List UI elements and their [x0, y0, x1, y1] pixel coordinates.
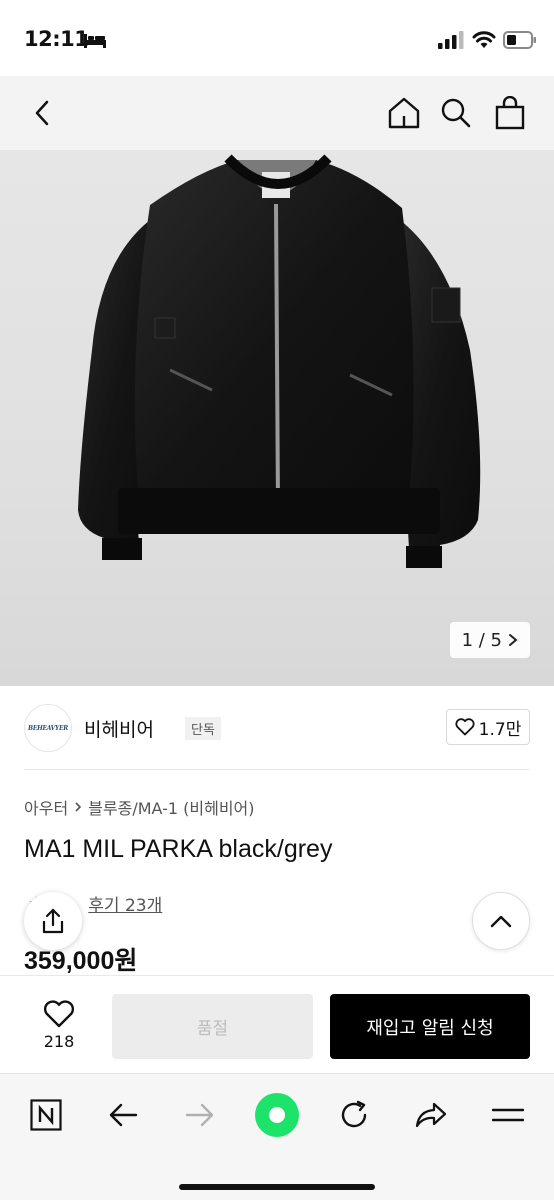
cart-button[interactable]	[488, 76, 532, 150]
breadcrumb-category[interactable]: 아우터	[24, 795, 68, 819]
chevron-up-icon	[490, 915, 512, 928]
brand-row: BEHEAVYER 비헤비어 단독 1.7만	[24, 704, 530, 752]
status-bar: 12:11	[0, 0, 554, 76]
search-icon	[441, 98, 471, 128]
naver-home-button[interactable]	[20, 1092, 72, 1138]
forward-arrow-icon	[185, 1103, 214, 1127]
heart-icon	[455, 718, 475, 736]
purchase-bar: 218 품절 재입고 알림 신청	[0, 975, 554, 1073]
browser-toolbar	[0, 1073, 554, 1200]
search-button[interactable]	[434, 76, 478, 150]
browser-refresh-button[interactable]	[328, 1092, 380, 1138]
chevron-right-icon	[509, 634, 518, 646]
green-dot-button[interactable]	[251, 1092, 303, 1138]
brand-logo[interactable]: BEHEAVYER	[24, 704, 72, 752]
chevron-left-icon	[35, 100, 49, 126]
jacket-image	[78, 154, 481, 568]
brand-logo-text: BEHEAVYER	[28, 724, 68, 732]
wishlist-count: 218	[43, 1031, 75, 1051]
soldout-button[interactable]: 품절	[112, 994, 313, 1059]
wishlist-button[interactable]: 218	[24, 992, 94, 1058]
product-title: MA1 MIL PARKA black/grey	[24, 835, 333, 863]
home-icon	[388, 97, 420, 129]
scroll-top-button[interactable]	[472, 892, 530, 950]
back-arrow-icon	[109, 1103, 138, 1127]
restock-alert-button[interactable]: 재입고 알림 신청	[330, 994, 530, 1059]
wifi-icon	[472, 31, 496, 48]
reviews-link[interactable]: 후기 23개	[88, 891, 162, 916]
product-image[interactable]: 1 / 5	[0, 150, 554, 686]
home-button[interactable]	[382, 76, 426, 150]
breadcrumb-subcategory[interactable]: 블루종/MA-1 (비헤비어)	[88, 795, 254, 819]
brand-like-count: 1.7만	[478, 719, 522, 740]
battery-icon	[503, 31, 536, 49]
green-dot-icon	[255, 1093, 299, 1137]
shopping-bag-icon	[495, 96, 525, 130]
exclusive-badge: 단독	[185, 717, 221, 740]
browser-back-button[interactable]	[97, 1092, 149, 1138]
browser-forward-button[interactable]	[174, 1092, 226, 1138]
browser-menu-button[interactable]	[482, 1092, 534, 1138]
share-arrow-icon	[415, 1102, 447, 1128]
share-icon	[42, 908, 64, 934]
chevron-right-icon	[75, 802, 82, 812]
heart-icon	[43, 999, 75, 1027]
image-counter-text: 1 / 5	[461, 629, 502, 651]
bed-icon	[84, 34, 106, 48]
back-button[interactable]	[20, 76, 64, 150]
app-header	[0, 76, 554, 150]
brand-like-button[interactable]: 1.7만	[446, 709, 530, 745]
refresh-icon	[341, 1100, 367, 1128]
browser-share-button[interactable]	[405, 1092, 457, 1138]
home-indicator	[179, 1184, 375, 1190]
brand-name-link[interactable]: 비헤비어	[84, 715, 154, 742]
divider	[24, 769, 530, 770]
share-button[interactable]	[24, 892, 82, 950]
cellular-signal-icon	[438, 31, 464, 49]
image-counter-button[interactable]: 1 / 5	[449, 622, 530, 658]
menu-icon	[492, 1108, 524, 1122]
n-logo-icon	[30, 1099, 62, 1131]
status-time: 12:11	[24, 27, 89, 51]
breadcrumb: 아우터 블루종/MA-1 (비헤비어)	[24, 795, 255, 819]
